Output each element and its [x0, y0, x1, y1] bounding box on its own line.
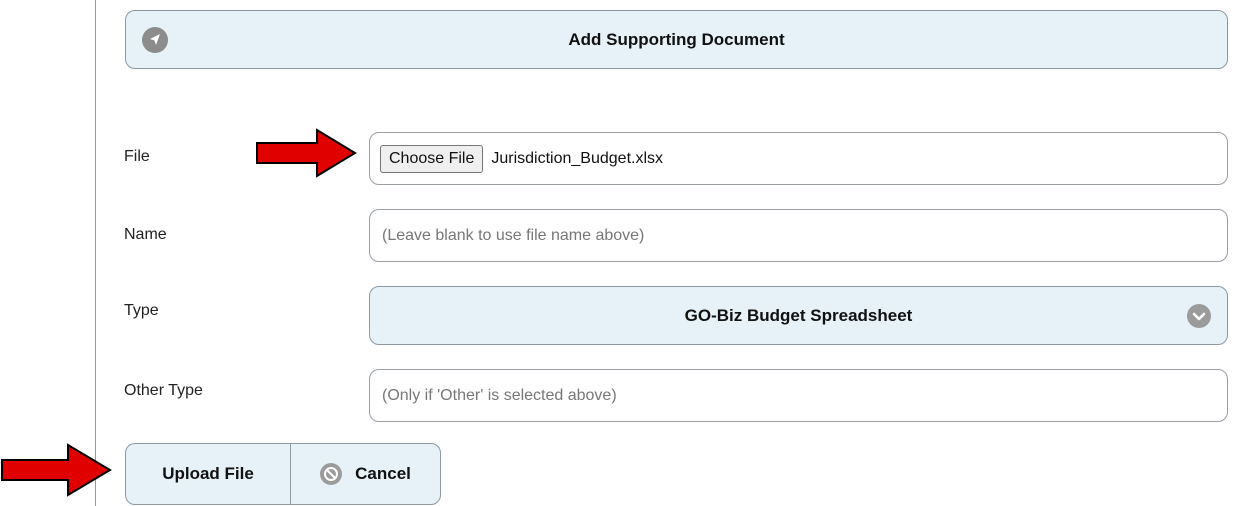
file-field: Choose File Jurisdiction_Budget.xlsx — [369, 132, 1228, 185]
cancel-button[interactable]: Cancel — [290, 443, 441, 505]
red-arrow-icon — [256, 128, 357, 178]
type-selected-value: GO-Biz Budget Spreadsheet — [684, 305, 913, 325]
choose-file-button[interactable]: Choose File — [380, 144, 484, 173]
upload-file-label: Upload File — [162, 464, 254, 483]
red-arrow-icon — [1, 443, 112, 497]
name-input[interactable] — [370, 210, 1227, 261]
other-type-label: Other Type — [124, 382, 203, 399]
file-label: File — [124, 148, 150, 165]
chevron-down-icon — [1187, 303, 1211, 328]
action-button-group: Upload File Cancel — [125, 443, 441, 505]
cancel-icon — [320, 463, 343, 485]
other-type-field-wrapper — [369, 369, 1228, 422]
upload-file-button[interactable]: Upload File — [125, 443, 291, 505]
selected-file-name: Jurisdiction_Budget.xlsx — [491, 149, 664, 167]
header-title: Add Supporting Document — [568, 29, 785, 49]
type-select[interactable]: GO-Biz Budget Spreadsheet — [369, 286, 1228, 345]
add-supporting-document-header[interactable]: Add Supporting Document — [125, 10, 1228, 69]
cancel-label: Cancel — [355, 464, 411, 483]
navigation-arrow-icon — [142, 26, 168, 53]
other-type-input[interactable] — [370, 370, 1227, 421]
type-label: Type — [124, 302, 159, 319]
name-field-wrapper — [369, 209, 1228, 262]
name-label: Name — [124, 226, 167, 243]
